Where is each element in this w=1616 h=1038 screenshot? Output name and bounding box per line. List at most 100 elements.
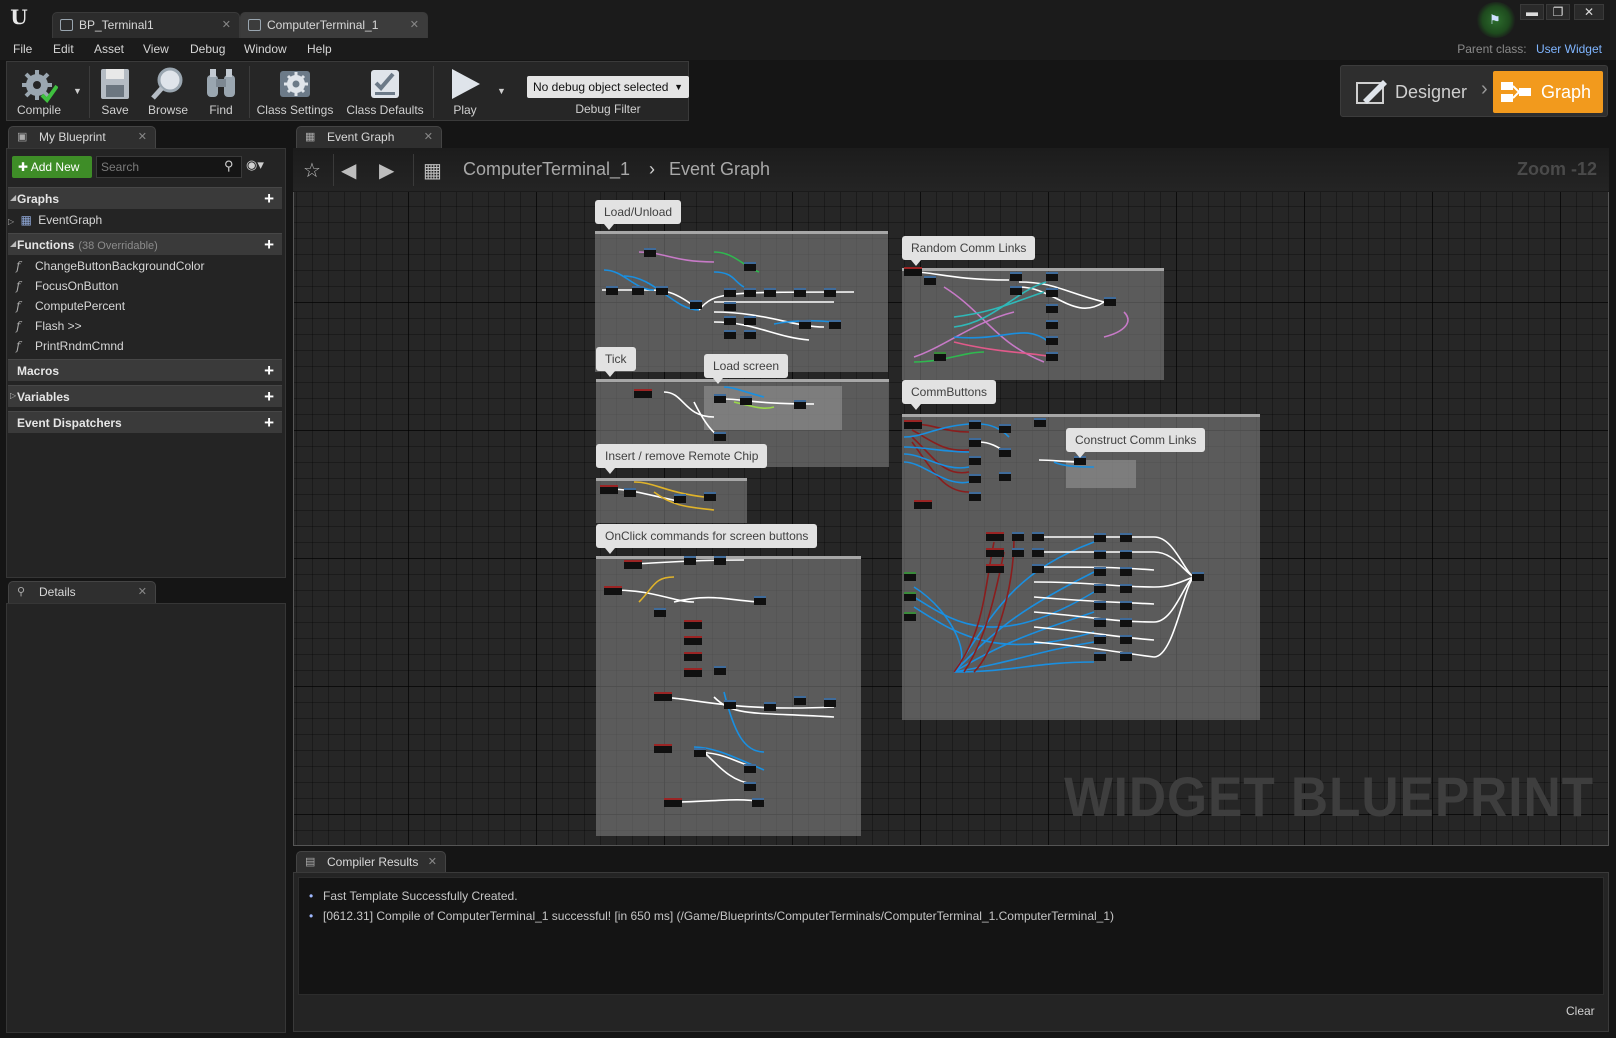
source-control-status-icon[interactable]: ⚑ (1476, 2, 1516, 38)
graph-node[interactable] (744, 782, 756, 791)
graph-node[interactable] (714, 432, 726, 441)
close-window-button[interactable]: ✕ (1574, 4, 1604, 20)
add-function-icon[interactable]: + (264, 234, 274, 256)
graph-node[interactable] (714, 556, 726, 565)
graph-node[interactable] (1120, 635, 1132, 644)
class-settings-button[interactable]: Class Settings (253, 62, 337, 120)
graph-node[interactable] (1032, 548, 1044, 557)
browse-button[interactable]: Browse (143, 62, 193, 120)
close-tab-icon[interactable]: ✕ (138, 127, 147, 148)
menu-debug[interactable]: Debug (190, 42, 225, 56)
my-blueprint-tab[interactable]: ▣ My Blueprint ✕ (8, 126, 156, 148)
functions-section-header[interactable]: ◢ Functions (38 Overridable) + (8, 233, 282, 255)
graph-node[interactable] (654, 744, 672, 753)
graph-node[interactable] (904, 420, 922, 429)
graph-node[interactable] (606, 286, 618, 295)
clear-log-button[interactable]: Clear (1566, 1004, 1595, 1018)
graph-node[interactable] (1012, 532, 1024, 541)
graph-node[interactable] (1120, 601, 1132, 610)
details-tab[interactable]: ⚲ Details ✕ (8, 581, 156, 603)
graph-node[interactable] (684, 636, 702, 645)
graph-node[interactable] (1010, 272, 1022, 281)
graph-node[interactable] (904, 267, 922, 276)
comment-label[interactable]: CommButtons (902, 380, 997, 410)
add-variable-icon[interactable]: + (264, 386, 274, 408)
close-tab-icon[interactable]: ✕ (428, 852, 437, 873)
function-item[interactable]: f ChangeButtonBackgroundColor (16, 257, 204, 275)
compiler-results-tab[interactable]: ▤ Compiler Results ✕ (296, 851, 446, 873)
graph-node[interactable] (794, 288, 806, 297)
graph-node[interactable] (1012, 548, 1024, 557)
graph-node[interactable] (1104, 297, 1116, 306)
graph-node[interactable] (824, 288, 836, 297)
add-event-dispatcher-icon[interactable]: + (264, 412, 274, 434)
graph-node[interactable] (914, 500, 932, 509)
graph-node[interactable] (752, 798, 764, 807)
graph-node[interactable] (1046, 320, 1058, 329)
graph-node[interactable] (634, 389, 652, 398)
graph-node[interactable] (1120, 618, 1132, 627)
macros-section-header[interactable]: Macros + (8, 359, 282, 381)
graph-node[interactable] (1094, 584, 1106, 593)
graph-node[interactable] (1032, 564, 1044, 573)
breadcrumb-blueprint[interactable]: ComputerTerminal_1 (463, 159, 630, 180)
graph-node[interactable] (764, 702, 776, 711)
menu-view[interactable]: View (143, 42, 169, 56)
graph-node[interactable] (986, 548, 1004, 557)
graph-node[interactable] (1120, 550, 1132, 559)
graph-node[interactable] (656, 286, 668, 295)
comment-label[interactable]: Tick (596, 347, 636, 377)
comment-label[interactable]: Insert / remove Remote Chip (596, 444, 768, 474)
variables-section-header[interactable]: ▷ Variables + (8, 385, 282, 407)
graph-node[interactable] (664, 798, 682, 807)
graph-node[interactable] (764, 288, 776, 297)
graph-node[interactable] (724, 700, 736, 709)
comment-label[interactable]: Construct Comm Links (1066, 428, 1206, 458)
add-graph-icon[interactable]: + (264, 188, 274, 210)
graph-node[interactable] (644, 248, 656, 257)
event-dispatchers-section-header[interactable]: Event Dispatchers + (8, 411, 282, 433)
graph-node[interactable] (1046, 336, 1058, 345)
menu-edit[interactable]: Edit (53, 42, 74, 56)
graph-node[interactable] (724, 288, 736, 297)
graph-node[interactable] (1120, 584, 1132, 593)
function-item[interactable]: f ComputePercent (16, 297, 125, 315)
graph-node[interactable] (1094, 652, 1106, 661)
graph-node[interactable] (714, 666, 726, 675)
graph-node[interactable] (744, 288, 756, 297)
back-arrow-icon[interactable]: ◀ (341, 158, 356, 183)
graph-node[interactable] (690, 300, 702, 309)
forward-arrow-icon[interactable]: ▶ (379, 158, 394, 183)
graph-node[interactable] (654, 692, 672, 701)
graph-node[interactable] (986, 564, 1004, 573)
sidebar-item-eventgraph[interactable]: ▷ ▦ EventGraph (8, 211, 102, 229)
graphs-section-header[interactable]: ◢ Graphs + (8, 187, 282, 209)
maximize-button[interactable]: ❐ (1546, 4, 1570, 20)
graph-node[interactable] (1046, 288, 1058, 297)
graph-node[interactable] (724, 302, 736, 311)
graph-node[interactable] (934, 352, 946, 361)
graph-node[interactable] (724, 330, 736, 339)
graph-mode-button[interactable]: Graph (1493, 71, 1603, 113)
graph-node[interactable] (824, 698, 836, 707)
graph-node[interactable] (1120, 533, 1132, 542)
graph-node[interactable] (744, 316, 756, 325)
graph-node[interactable] (1094, 635, 1106, 644)
menu-file[interactable]: File (13, 42, 32, 56)
graph-node[interactable] (1046, 304, 1058, 313)
comment-label[interactable]: Random Comm Links (902, 236, 1036, 266)
find-button[interactable]: Find (199, 62, 243, 120)
function-item[interactable]: f PrintRndmCmnd (16, 337, 124, 355)
graph-node[interactable] (924, 276, 936, 285)
play-button[interactable]: Play (437, 62, 493, 120)
graph-node[interactable] (1094, 567, 1106, 576)
graph-node[interactable] (999, 424, 1011, 433)
play-options-dropdown-icon[interactable]: ▼ (497, 86, 506, 96)
graph-node[interactable] (904, 592, 916, 601)
event-graph-tab[interactable]: ▦ Event Graph ✕ (296, 126, 442, 148)
document-tab-bp-terminal1[interactable]: BP_Terminal1 ✕ (52, 12, 240, 38)
graph-node[interactable] (744, 262, 756, 271)
graph-node[interactable] (969, 474, 981, 483)
compile-button[interactable]: Compile (9, 62, 69, 120)
graph-node[interactable] (969, 438, 981, 447)
